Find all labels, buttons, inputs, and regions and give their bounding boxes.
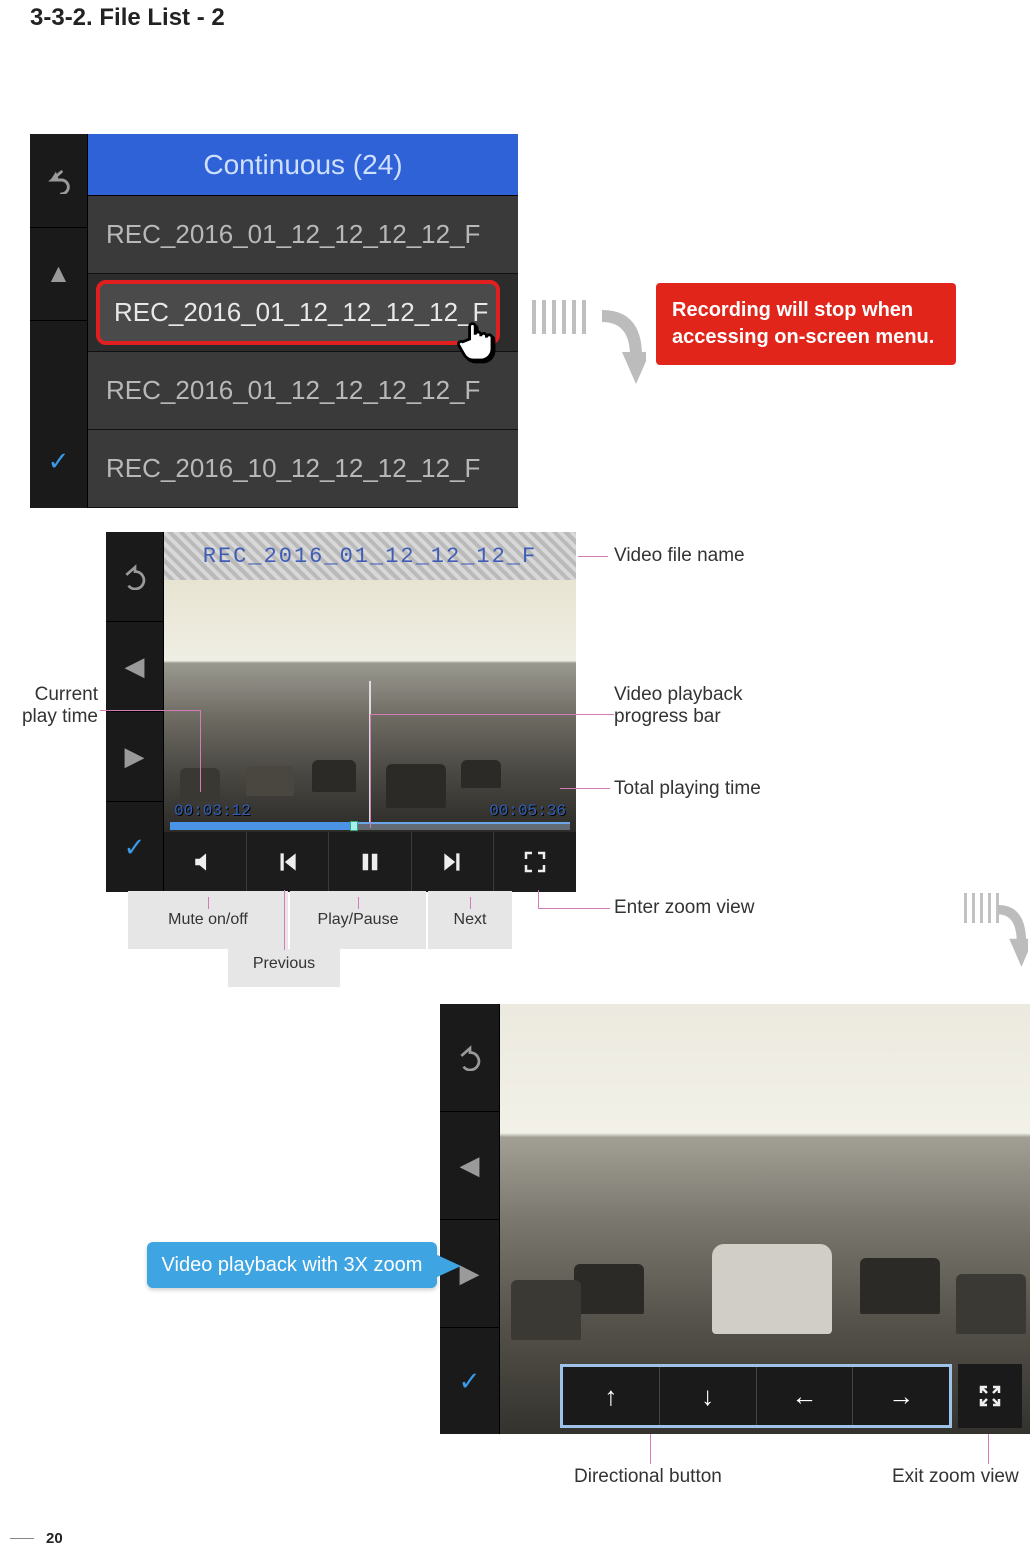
ann-play-pause: Play/Pause <box>290 891 426 949</box>
exit-zoom-button[interactable] <box>958 1364 1022 1428</box>
arrow-up-icon: ↑ <box>604 1381 617 1412</box>
total-time-text: 00:05:36 <box>489 802 566 820</box>
row-label: REC_2016_01_12_12_12_12_F <box>114 297 488 328</box>
filelist-sidebar: ▲ ✓ <box>30 134 88 508</box>
section-title: 3-3-2. File List - 2 <box>30 4 225 32</box>
previous-button[interactable] <box>246 832 329 892</box>
mute-button[interactable] <box>164 832 246 892</box>
ann-zoom: Enter zoom view <box>614 897 754 919</box>
confirm-button[interactable]: ✓ <box>106 802 163 892</box>
transition-arrow-icon <box>602 310 646 390</box>
transition-lines-icon <box>532 300 586 334</box>
playback-screen: ◀ ▶ ✓ REC_2016_01_12_12_12_F 00:03:12 00… <box>106 532 576 892</box>
pan-up-button[interactable]: ↑ <box>563 1367 660 1425</box>
back-button[interactable] <box>106 532 163 622</box>
filelist-screen: ▲ ✓ Continuous (24) REC_2016_01_12_12_12… <box>30 134 518 508</box>
ann-total: Total playing time <box>614 778 761 800</box>
confirm-button[interactable]: ✓ <box>30 415 87 509</box>
table-row[interactable]: REC_2016_10_12_12_12_12_F <box>88 430 518 508</box>
transition-lines-icon <box>964 893 999 923</box>
check-icon: ✓ <box>459 1366 481 1397</box>
left-tri-icon: ◀ <box>125 651 145 682</box>
arrow-left-icon: ← <box>791 1381 817 1412</box>
left-tri-icon: ◀ <box>460 1150 480 1181</box>
pan-right-button[interactable]: → <box>853 1367 949 1425</box>
enter-zoom-button[interactable] <box>493 832 576 892</box>
prev-item-button[interactable]: ◀ <box>106 622 163 712</box>
scroll-up-button[interactable]: ▲ <box>30 228 87 322</box>
ann-current-time: Current play time <box>0 684 98 728</box>
back-button[interactable] <box>440 1004 499 1112</box>
arrow-down-icon: ↓ <box>701 1381 714 1412</box>
zoom-sidebar: ◀ ▶ ✓ <box>440 1004 500 1434</box>
ann-filename: Video file name <box>614 545 745 567</box>
up-icon: ▲ <box>46 258 72 289</box>
confirm-button[interactable]: ✓ <box>440 1328 499 1434</box>
right-tri-icon: ▶ <box>460 1258 480 1289</box>
check-icon: ✓ <box>48 446 70 477</box>
warning-banner: Recording will stop when accessing on-sc… <box>656 283 956 365</box>
zoom-callout: Video playback with 3X zoom <box>147 1242 437 1288</box>
right-tri-icon: ▶ <box>125 741 145 772</box>
pan-down-button[interactable]: ↓ <box>660 1367 757 1425</box>
cursor-hand-icon <box>450 311 506 367</box>
ann-mute: Mute on/off <box>128 891 288 949</box>
prev-item-button[interactable]: ◀ <box>440 1112 499 1220</box>
next-item-button[interactable]: ▶ <box>106 712 163 802</box>
playback-controls <box>164 832 576 892</box>
filelist-main: Continuous (24) REC_2016_01_12_12_12_12_… <box>88 134 518 508</box>
video-filename-bar: REC_2016_01_12_12_12_F <box>164 532 576 580</box>
arrow-right-icon: → <box>888 1381 914 1412</box>
directional-button-group: ↑ ↓ ← → <box>560 1364 952 1428</box>
zoom-video-area: ↑ ↓ ← → <box>500 1004 1030 1434</box>
play-pause-button[interactable] <box>328 832 411 892</box>
page-footer: 20 <box>10 1530 63 1547</box>
ann-directional: Directional button <box>574 1466 722 1488</box>
check-icon: ✓ <box>124 832 146 863</box>
zoom-controls: ↑ ↓ ← → <box>560 1364 1022 1428</box>
ann-progress: Video playback progress bar <box>614 684 814 728</box>
ann-exit-zoom: Exit zoom view <box>892 1466 1019 1488</box>
next-button[interactable] <box>411 832 494 892</box>
current-time-text: 00:03:12 <box>174 802 251 820</box>
filelist-header: Continuous (24) <box>88 134 518 196</box>
pan-left-button[interactable]: ← <box>757 1367 854 1425</box>
page-number: 20 <box>46 1530 63 1547</box>
ann-previous: Previous <box>228 949 340 987</box>
table-row-selected[interactable]: REC_2016_01_12_12_12_12_F <box>88 274 518 352</box>
ann-next: Next <box>428 891 512 949</box>
table-row[interactable]: REC_2016_01_12_12_12_12_F <box>88 196 518 274</box>
transition-arrow-icon <box>998 905 1028 975</box>
playback-sidebar: ◀ ▶ ✓ <box>106 532 164 892</box>
back-button[interactable] <box>30 134 87 228</box>
zoom-screen: ◀ ▶ ✓ ↑ ↓ ← → <box>440 1004 1030 1434</box>
